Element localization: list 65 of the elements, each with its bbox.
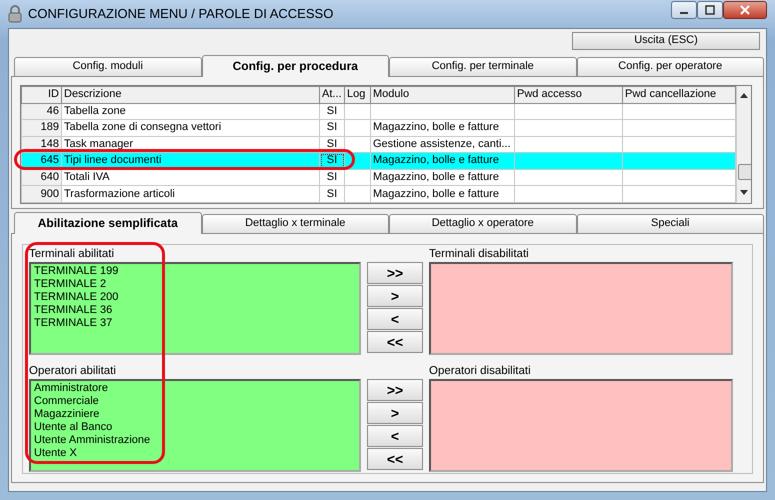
table-cell: Tabella zone di consegna vettori bbox=[62, 120, 320, 136]
list-item[interactable]: TERMINALE 2 bbox=[34, 278, 356, 291]
scroll-thumb[interactable] bbox=[738, 164, 751, 180]
window-title: CONFIGURAZIONE MENU / PAROLE DI ACCESSO bbox=[28, 6, 334, 22]
maximize-button[interactable] bbox=[697, 1, 723, 19]
table-cell: SI bbox=[320, 120, 344, 136]
table-cell: Magazzino, bolle e fatture bbox=[370, 120, 514, 136]
move-button[interactable]: > bbox=[367, 402, 423, 424]
subtab[interactable]: Abilitazione semplificata bbox=[14, 212, 202, 234]
close-button[interactable] bbox=[723, 1, 767, 19]
list-label: Terminali disabilitati bbox=[429, 248, 529, 262]
move-button[interactable]: < bbox=[367, 425, 423, 447]
table-cell: Tabella zone bbox=[62, 103, 320, 120]
enabled-list[interactable]: TERMINALE 199 TERMINALE 2 TERMINALE 200 TERMINALE 36 TERMINALE 37 bbox=[29, 262, 361, 355]
table-cell: 46 bbox=[22, 103, 62, 120]
enabled-list[interactable]: Amministratore Commerciale Magazziniere Utente al Banco Utente Amministrazione Utente X bbox=[29, 379, 361, 472]
subtab[interactable]: Speciali bbox=[576, 214, 764, 233]
list-item[interactable]: TERMINALE 199 bbox=[34, 265, 356, 278]
list-item[interactable]: TERMINALE 36 bbox=[34, 304, 356, 317]
column-header[interactable]: Pwd cancellazione bbox=[622, 86, 736, 104]
column-header[interactable]: Log bbox=[344, 86, 370, 104]
table-cell: Magazzino, bolle e fatture bbox=[370, 169, 514, 186]
subtab[interactable]: Dettaglio x operatore bbox=[389, 214, 576, 233]
column-header[interactable]: At... bbox=[320, 86, 344, 104]
close-icon[interactable] bbox=[739, 5, 751, 15]
move-button[interactable]: << bbox=[367, 331, 423, 353]
table-cell: Magazzino, bolle e fatture bbox=[370, 186, 514, 202]
list-item[interactable]: TERMINALE 37 bbox=[34, 317, 356, 330]
list-item[interactable]: Utente Amministrazione bbox=[34, 434, 356, 447]
list-item[interactable]: Utente al Banco bbox=[34, 421, 356, 434]
move-button[interactable]: > bbox=[367, 285, 423, 307]
list-item[interactable]: TERMINALE 200 bbox=[34, 291, 356, 304]
table-cell: 189 bbox=[22, 120, 62, 136]
table-cell: 900 bbox=[22, 186, 62, 202]
column-header[interactable]: Pwd accesso bbox=[514, 86, 622, 104]
list-label: Operatori abilitati bbox=[29, 365, 117, 379]
list-item[interactable]: Magazziniere bbox=[34, 408, 356, 421]
table-cell: Trasformazione articoli bbox=[62, 186, 320, 202]
move-button[interactable]: << bbox=[367, 448, 423, 470]
table-cell: Magazzino, bolle e fatture bbox=[370, 152, 514, 170]
table-cell: SI bbox=[320, 186, 344, 202]
table-cell: 640 bbox=[22, 169, 62, 186]
tab[interactable]: Config. per operatore bbox=[576, 57, 764, 76]
table-cell: Totali IVA bbox=[62, 169, 320, 186]
move-button[interactable]: < bbox=[367, 308, 423, 330]
tab[interactable]: Config. moduli bbox=[14, 57, 202, 76]
table-cell: SI bbox=[320, 169, 344, 186]
exit-button[interactable]: Uscita (ESC) bbox=[572, 32, 760, 50]
column-header[interactable]: Descrizione bbox=[62, 86, 320, 104]
list-label: Terminali abilitati bbox=[29, 248, 116, 262]
list-item[interactable]: Amministratore bbox=[34, 382, 356, 395]
move-button[interactable]: >> bbox=[367, 379, 423, 401]
lock-icon bbox=[8, 5, 22, 23]
subtab[interactable]: Dettaglio x terminale bbox=[202, 214, 389, 233]
list-label: Operatori disabilitati bbox=[429, 365, 531, 379]
column-header[interactable]: ID bbox=[22, 86, 62, 104]
tab[interactable]: Config. per terminale bbox=[389, 57, 576, 76]
move-button[interactable]: >> bbox=[367, 262, 423, 284]
list-item[interactable]: Commerciale bbox=[34, 395, 356, 408]
tab[interactable]: Config. per procedura bbox=[202, 55, 389, 77]
column-header[interactable]: Modulo bbox=[370, 86, 514, 104]
table-cell: SI bbox=[320, 103, 344, 120]
minimize-button[interactable] bbox=[671, 1, 697, 19]
maximize-icon[interactable] bbox=[704, 5, 716, 15]
list-item[interactable]: Utente X bbox=[34, 447, 356, 460]
